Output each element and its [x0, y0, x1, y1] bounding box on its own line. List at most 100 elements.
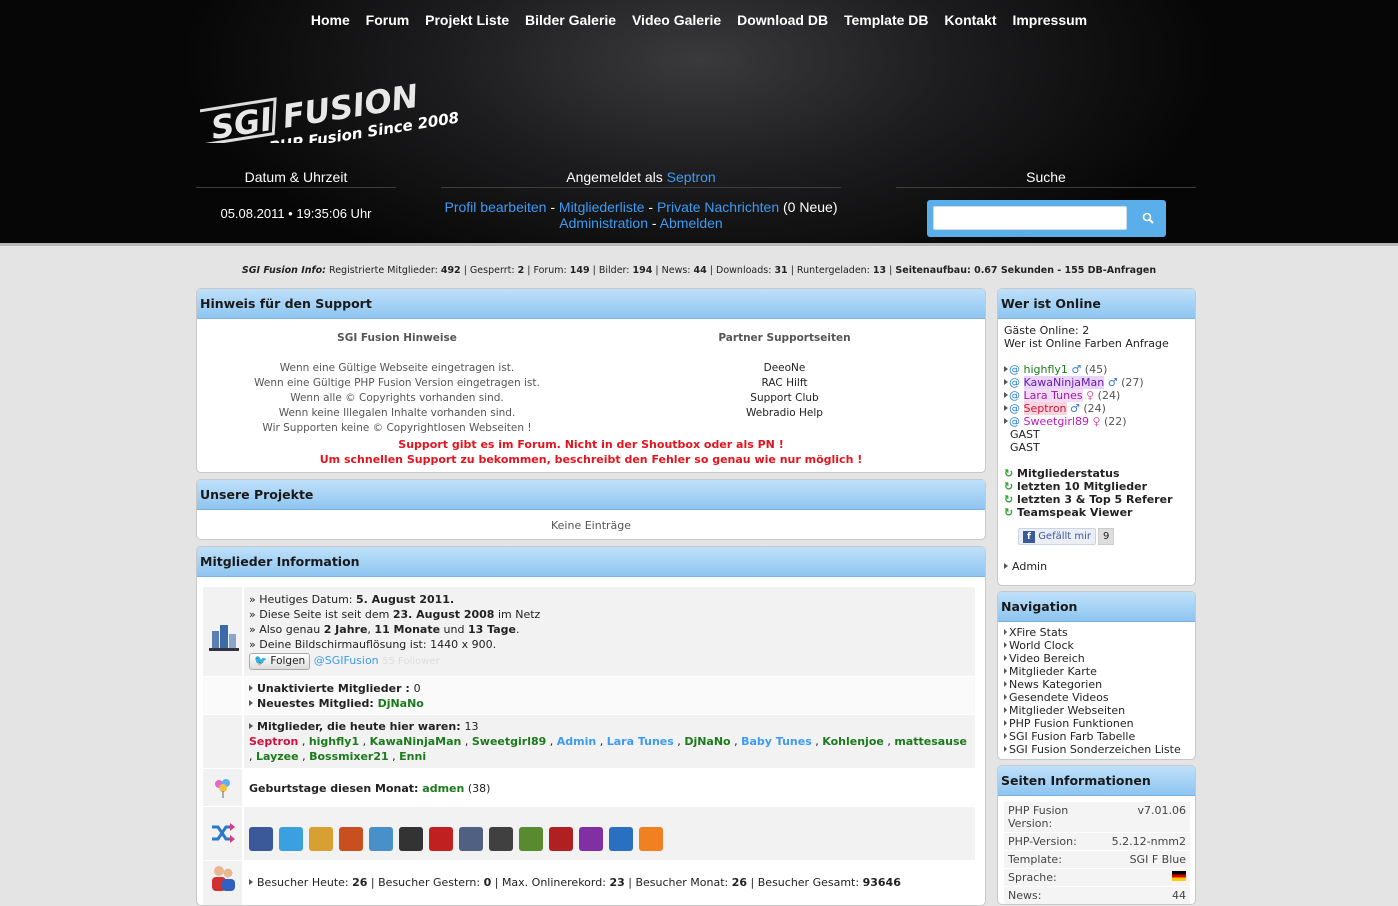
rss-icon[interactable]: [639, 827, 663, 851]
login-title: Angemeldet als Septron: [441, 169, 841, 188]
visitor-count: 26: [731, 876, 748, 889]
link-profil-bearbeiten[interactable]: Profil bearbeiten: [445, 199, 547, 215]
nav-item[interactable]: Mitglieder Webseiten: [1004, 704, 1181, 717]
colors-request-link[interactable]: Anfrage: [1125, 337, 1168, 350]
facebook-like[interactable]: f Gefällt mir 9: [1018, 528, 1194, 545]
members-social: [203, 807, 975, 861]
search-input[interactable]: [933, 206, 1127, 230]
nav-item[interactable]: World Clock: [1004, 639, 1181, 652]
partner-deeone[interactable]: DeeoNe: [587, 361, 982, 376]
member-link[interactable]: Layzee: [256, 750, 299, 763]
online-link[interactable]: ↻ letzten 10 Mitglieder: [1004, 480, 1194, 493]
facebook-icon: f: [1023, 531, 1035, 543]
link-mitgliederliste[interactable]: Mitgliederliste: [559, 199, 645, 215]
steam-like-icon[interactable]: [309, 827, 333, 851]
projects-empty: Keine Einträge: [550, 519, 632, 532]
nav-item[interactable]: SGI Fusion Sonderzeichen Liste: [1004, 743, 1181, 756]
online-user[interactable]: @ Septron ♂ (24): [1004, 402, 1194, 415]
red-game-icon[interactable]: [549, 827, 573, 851]
nav-impressum[interactable]: Impressum: [1012, 12, 1087, 28]
member-link[interactable]: Sweetgirl89: [472, 735, 546, 748]
login-user[interactable]: Septron: [667, 169, 716, 185]
admin-link[interactable]: Admin: [1012, 560, 1047, 573]
link-abmelden[interactable]: Abmelden: [660, 215, 723, 231]
search-form: [927, 200, 1166, 237]
online-users: @ highfly1 ♂ (45) @ KawaNinjaMan ♂ (27) @ …: [1004, 363, 1194, 428]
gear-icon[interactable]: [339, 827, 363, 851]
search-button[interactable]: [1134, 204, 1162, 232]
link-private-nachrichten[interactable]: Private Nachrichten: [657, 199, 779, 215]
members-visitors: Besucher Heute: 26 | Besucher Gestern: 0…: [203, 861, 975, 905]
support-warning: Support gibt es im Forum. Nicht in der S…: [319, 438, 863, 466]
nav-projekt-liste[interactable]: Projekt Liste: [425, 12, 509, 28]
datetime-title: Datum & Uhrzeit: [196, 169, 396, 188]
navigation-list: XFire Stats World Clock Video Bereich Mitgl…: [1004, 626, 1181, 756]
members-today: Mitglieder, die heute hier waren: 13 Sep…: [203, 715, 975, 769]
members-title: Mitglieder Information: [197, 547, 985, 577]
ie-icon[interactable]: [609, 827, 633, 851]
site-logo[interactable]: SGI FUSION PHP Fusion Since 2008: [200, 48, 490, 143]
game-icon[interactable]: [489, 827, 513, 851]
nav-home[interactable]: Home: [311, 12, 350, 28]
nav-download-db[interactable]: Download DB: [737, 12, 828, 28]
member-link[interactable]: Lara Tunes: [607, 735, 674, 748]
partner-webradio-help[interactable]: Webradio Help: [587, 406, 982, 421]
nav-forum[interactable]: Forum: [366, 12, 410, 28]
nav-item[interactable]: Video Bereich: [1004, 652, 1181, 665]
visitor-count: 93646: [862, 876, 901, 889]
support-title: Hinweis für den Support: [197, 289, 985, 319]
link-administration[interactable]: Administration: [559, 215, 648, 231]
member-link[interactable]: Septron: [249, 735, 298, 748]
online-link[interactable]: ↻ Teamspeak Viewer: [1004, 506, 1194, 519]
partner-rac-hilft[interactable]: RAC Hilft: [587, 376, 982, 391]
nav-item[interactable]: News Kategorien: [1004, 678, 1181, 691]
member-link[interactable]: Baby Tunes: [741, 735, 812, 748]
projects-panel: Unsere Projekte Keine Einträge: [196, 479, 986, 540]
search-title: Suche: [896, 169, 1196, 188]
facebook-icon[interactable]: [249, 827, 273, 851]
member-link[interactable]: highfly1: [309, 735, 359, 748]
login-links: Profil bearbeiten - Mitgliederliste - Pr…: [444, 199, 838, 231]
twitter-icon[interactable]: [279, 827, 303, 851]
site-info-row: PHP Fusion Version: v7.01.06: [1004, 802, 1190, 833]
nav-kontakt[interactable]: Kontakt: [944, 12, 996, 28]
online-user[interactable]: @ Sweetgirl89 ♀ (22): [1004, 415, 1194, 428]
site-info-row: News: 44: [1004, 887, 1190, 904]
online-user[interactable]: @ KawaNinjaMan ♂ (27): [1004, 376, 1194, 389]
member-link[interactable]: DjNaNo: [684, 735, 730, 748]
online-link[interactable]: ↻ letzten 3 & Top 5 Referer: [1004, 493, 1194, 506]
stripes-icon[interactable]: [459, 827, 483, 851]
nav-item[interactable]: PHP Fusion Funktionen: [1004, 717, 1181, 730]
online-user[interactable]: @ Lara Tunes ♀ (24): [1004, 389, 1194, 402]
nav-item[interactable]: Gesendete Videos: [1004, 691, 1181, 704]
refresh-icon: ↻: [1004, 493, 1018, 506]
chart-icon[interactable]: [519, 827, 543, 851]
online-user[interactable]: @ highfly1 ♂ (45): [1004, 363, 1194, 376]
members-panel: Mitglieder Information » Heutiges Datum:…: [196, 546, 986, 906]
gender-icon: ♂: [1066, 402, 1080, 415]
youtube-icon[interactable]: [429, 827, 453, 851]
member-link[interactable]: Bossmixer21: [309, 750, 389, 763]
member-link[interactable]: Kohlenjoe: [822, 735, 884, 748]
xfire-icon[interactable]: [399, 827, 423, 851]
partner-support-club[interactable]: Support Club: [587, 391, 982, 406]
twitter-handle[interactable]: @SGIFusion: [314, 654, 379, 667]
online-link[interactable]: ↻ Mitgliederstatus: [1004, 467, 1194, 480]
nav-video-galerie[interactable]: Video Galerie: [632, 12, 721, 28]
member-link[interactable]: mattesause: [894, 735, 967, 748]
member-link[interactable]: KawaNinjaMan: [370, 735, 462, 748]
member-link[interactable]: Admin: [557, 735, 596, 748]
twitter-follow-button[interactable]: 🐦 Folgen: [249, 653, 311, 670]
nav-template-db[interactable]: Template DB: [844, 12, 929, 28]
nav-bilder-galerie[interactable]: Bilder Galerie: [525, 12, 616, 28]
purple-game-icon[interactable]: [579, 827, 603, 851]
nav-item[interactable]: SGI Fusion Farb Tabelle: [1004, 730, 1181, 743]
newest-member[interactable]: DjNaNo: [378, 697, 424, 710]
user-icon: @: [1009, 363, 1020, 376]
birthday-user[interactable]: admen: [422, 782, 464, 795]
nav-item[interactable]: Mitglieder Karte: [1004, 665, 1181, 678]
member-link[interactable]: Enni: [399, 750, 426, 763]
molecule-icon[interactable]: [369, 827, 393, 851]
nav-item[interactable]: XFire Stats: [1004, 626, 1181, 639]
site-info-bar: SGI Fusion Info: Registrierte Mitglieder…: [241, 265, 1157, 276]
